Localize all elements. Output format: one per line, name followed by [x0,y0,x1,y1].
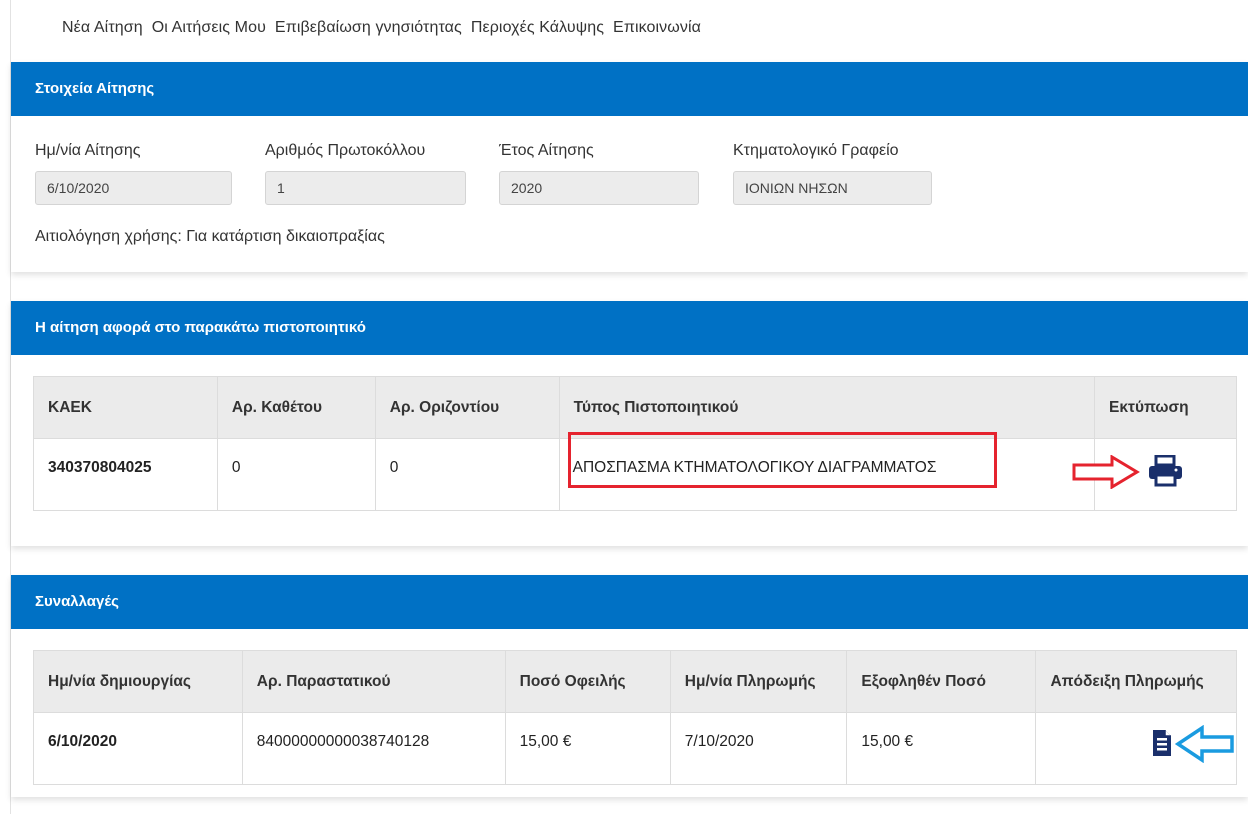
application-date-label: Ημ/νία Αίτησης [35,142,141,159]
application-year-field: 2020 [499,171,699,205]
print-icon[interactable] [1148,455,1184,487]
transactions-card: Συναλλαγές Ημ/νία δημιουργίας Αρ. Παραστ… [11,575,1248,797]
nav-contact[interactable]: Επικοινωνία [613,19,701,37]
highlight-box [568,432,997,488]
created-date-cell: 6/10/2020 [33,712,243,785]
nav-verify-authenticity[interactable]: Επιβεβαίωση γνησιότητας [275,19,462,37]
horizontal-no-cell: 0 [374,438,560,511]
col-vertical-no: Αρ. Καθέτου [216,376,376,439]
col-kaek: ΚΑΕΚ [33,376,218,439]
usage-reason-text: Αιτιολόγηση χρήσης: Για κατάρτιση δικαιο… [35,228,385,245]
col-print: Εκτύπωση [1094,376,1237,439]
application-details-card: Στοιχεία Αίτησης Ημ/νία Αίτησης 6/10/202… [11,62,1248,272]
table-row: 6/10/2020 84000000000038740128 15,00 € 7… [33,712,1237,785]
nav-new-application[interactable]: Νέα Αίτηση [62,19,143,37]
transactions-table: Ημ/νία δημιουργίας Αρ. Παραστατικού Ποσό… [33,650,1237,785]
transactions-header: Συναλλαγές [11,575,1248,629]
col-created-date: Ημ/νία δημιουργίας [33,650,243,713]
col-horizontal-no: Αρ. Οριζοντίου [374,376,560,439]
cadastral-office-label: Κτηματολογικό Γραφείο [733,142,899,159]
col-document-no: Αρ. Παραστατικού [241,650,506,713]
cyan-arrow-left-icon [1175,725,1234,763]
vertical-no-cell: 0 [216,438,376,511]
paid-amount-cell: 15,00 € [846,712,1037,785]
red-arrow-right-icon [1072,455,1140,489]
col-certificate-type: Τύπος Πιστοποιητικού [558,376,1096,439]
protocol-number-label: Αριθμός Πρωτοκόλλου [265,142,426,159]
top-nav: Νέα Αίτηση Οι Αιτήσεις Μου Επιβεβαίωση γ… [62,19,701,37]
receipt-icon[interactable] [1151,728,1173,758]
table-header-row: Ημ/νία δημιουργίας Αρ. Παραστατικού Ποσό… [33,650,1237,713]
col-amount-due: Ποσό Οφειλής [504,650,671,713]
kaek-cell: 340370804025 [33,438,218,511]
nav-coverage-areas[interactable]: Περιοχές Κάλυψης [471,19,604,37]
table-header-row: ΚΑΕΚ Αρ. Καθέτου Αρ. Οριζοντίου Τύπος Πι… [33,376,1237,439]
application-details-header: Στοιχεία Αίτησης [11,62,1248,116]
payment-date-cell: 7/10/2020 [669,712,848,785]
nav-my-applications[interactable]: Οι Αιτήσεις Μου [152,19,266,37]
certificate-card: Η αίτηση αφορά στο παρακάτω πιστοποιητικ… [11,301,1248,546]
amount-due-cell: 15,00 € [504,712,671,785]
col-payment-date: Ημ/νία Πληρωμής [669,650,848,713]
certificate-header: Η αίτηση αφορά στο παρακάτω πιστοποιητικ… [11,301,1248,355]
col-payment-receipt: Απόδειξη Πληρωμής [1035,650,1237,713]
application-year-label: Έτος Αίτησης [499,142,594,159]
application-date-field: 6/10/2020 [35,171,232,205]
protocol-number-field: 1 [265,171,466,205]
cadastral-office-field: ΙΟΝΙΩΝ ΝΗΣΩΝ [733,171,932,205]
document-no-cell: 84000000000038740128 [241,712,506,785]
col-paid-amount: Εξοφληθέν Ποσό [846,650,1037,713]
